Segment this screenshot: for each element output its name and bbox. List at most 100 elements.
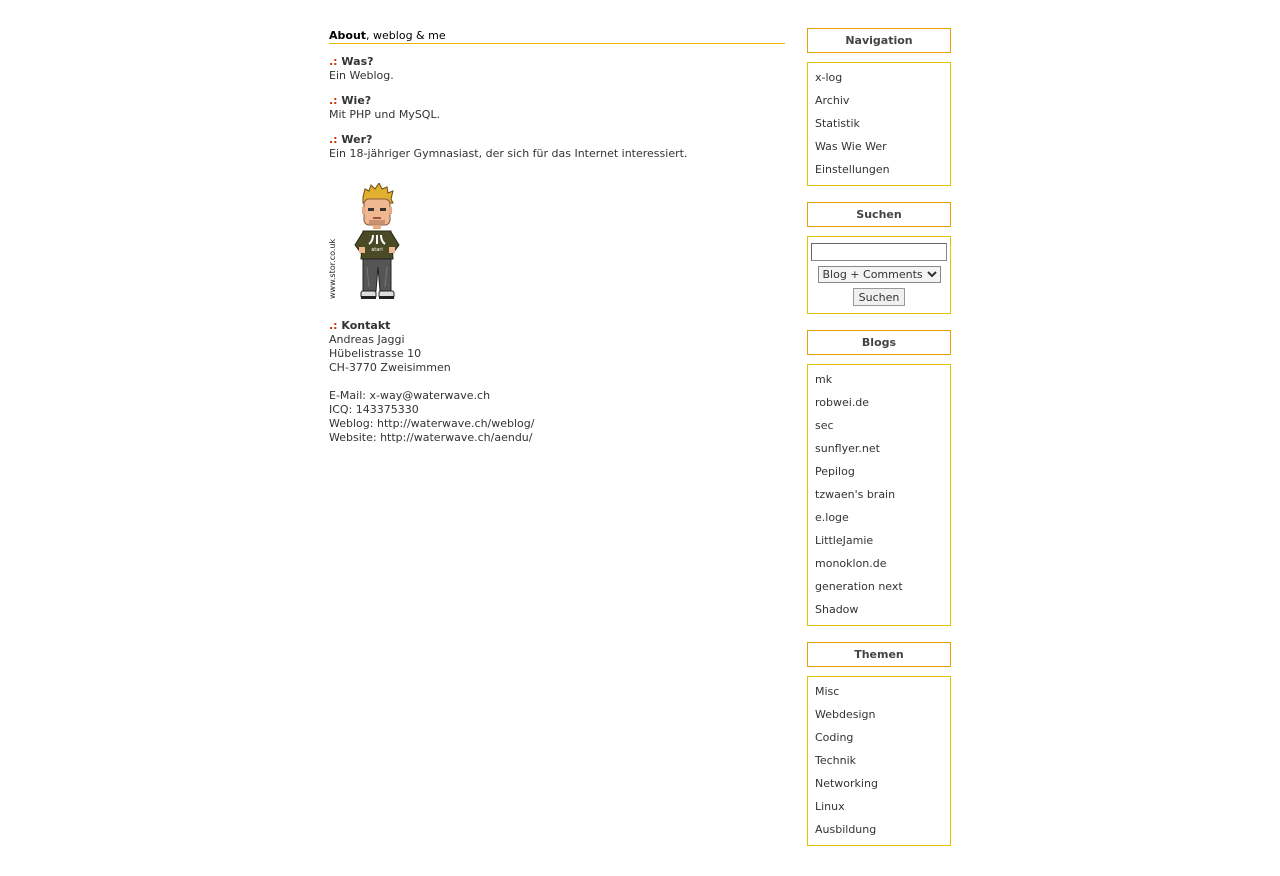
search-title: Suchen [807,202,951,227]
blog-link-label: monoklon.de [815,557,887,570]
email-link[interactable]: x-way@waterwave.ch [369,389,490,402]
weblog-link[interactable]: http://waterwave.ch/weblog/ [377,417,535,430]
heading-marker: .: [329,133,338,146]
search-form: Blog + Comments Suchen [807,236,951,314]
contact-email-line: E-Mail: x-way@waterwave.ch [329,389,785,403]
search-scope-select[interactable]: Blog + Comments [817,266,941,283]
contact-heading-text: Kontakt [341,319,391,332]
blog-link-label: Shadow [815,603,859,616]
blog-link[interactable]: sec [808,414,950,437]
blog-link[interactable]: e.loge [808,506,950,529]
blog-link[interactable]: LittleJamie [808,529,950,552]
nav-item-archiv[interactable]: Archiv [808,89,950,112]
topic-link-label: Misc [815,685,840,698]
blog-link-label: e.loge [815,511,849,524]
question-text: Was? [341,55,374,68]
search-input[interactable] [811,243,947,261]
topic-link-label: Webdesign [815,708,876,721]
contact-section: .: Kontakt Andreas Jaggi Hübelistrasse 1… [329,319,785,445]
themen-title: Themen [807,642,951,667]
icq-label: ICQ: [329,403,353,416]
nav-item-einstellungen[interactable]: Einstellungen [808,158,950,181]
blog-link[interactable]: robwei.de [808,391,950,414]
contact-website-line: Website: http://waterwave.ch/aendu/ [329,431,785,445]
page-title-rest: , weblog & me [366,29,446,42]
topic-link-label: Networking [815,777,878,790]
search-box: Suchen Blog + Comments Suchen [807,202,951,314]
blog-link-label: robwei.de [815,396,870,409]
topic-link-label: Technik [815,754,857,767]
themen-list: Misc Webdesign Coding Technik Networking… [807,676,951,846]
contact-weblog-line: Weblog: http://waterwave.ch/weblog/ [329,417,785,431]
answer-text: Ein Weblog. [329,69,394,82]
website-link[interactable]: http://waterwave.ch/aendu/ [380,431,532,444]
avatar-area: www.stor.co.uk atari [328,183,785,301]
blogs-box: Blogs mk robwei.de sec sunflyer.net Pepi… [807,330,951,626]
page-title: About, weblog & me [329,30,785,44]
heading-marker: .: [329,319,338,332]
nav-item-was-wie-wer[interactable]: Was Wie Wer [808,135,950,158]
avatar-shirt-text: atari [371,247,383,253]
nav-item-label: Was Wie Wer [815,140,887,153]
blog-link[interactable]: Pepilog [808,460,950,483]
answer-text: Mit PHP und MySQL. [329,108,441,121]
search-button[interactable]: Suchen [852,288,906,306]
email-label: E-Mail: [329,389,366,402]
blog-link[interactable]: generation next [808,575,950,598]
topic-link-label: Ausbildung [815,823,877,836]
question-heading: .: Was? [329,55,785,69]
blogs-title: Blogs [807,330,951,355]
blog-link[interactable]: sunflyer.net [808,437,950,460]
nav-item-label: Archiv [815,94,850,107]
contact-name: Andreas Jaggi [329,333,405,346]
qa-wer: .: Wer? Ein 18-jähriger Gymnasiast, der … [329,133,785,161]
nav-item-statistik[interactable]: Statistik [808,112,950,135]
navigation-list: x-log Archiv Statistik Was Wie Wer Einst… [807,62,951,186]
website-label: Website: [329,431,377,444]
contact-heading: .: Kontakt [329,319,785,333]
sidebar: Navigation x-log Archiv Statistik Was Wi… [807,28,951,862]
weblog-label: Weblog: [329,417,374,430]
icq-number: 143375330 [355,403,419,416]
blog-link-label: LittleJamie [815,534,874,547]
navigation-box: Navigation x-log Archiv Statistik Was Wi… [807,28,951,186]
avatar-credit: www.stor.co.uk [328,238,337,299]
heading-marker: .: [329,94,338,107]
qa-was: .: Was? Ein Weblog. [329,55,785,83]
nav-item-label: Einstellungen [815,163,890,176]
topic-link-label: Linux [815,800,845,813]
topic-link[interactable]: Technik [808,749,950,772]
nav-item-label: x-log [815,71,843,84]
topic-link[interactable]: Networking [808,772,950,795]
question-text: Wer? [341,133,373,146]
navigation-title: Navigation [807,28,951,53]
question-heading: .: Wer? [329,133,785,147]
qa-wie: .: Wie? Mit PHP und MySQL. [329,94,785,122]
contact-icq-line: ICQ: 143375330 [329,403,785,417]
answer-text: Ein 18-jähriger Gymnasiast, der sich für… [329,147,688,160]
nav-item-x-log[interactable]: x-log [808,66,950,89]
blog-link[interactable]: Shadow [808,598,950,621]
blog-link[interactable]: tzwaen's brain [808,483,950,506]
question-heading: .: Wie? [329,94,785,108]
blog-link-label: sec [815,419,834,432]
main-content: About, weblog & me .: Was? Ein Weblog. .… [328,30,785,445]
pixel-avatar-image: atari [354,183,400,299]
blog-link[interactable]: mk [808,368,950,391]
blog-link[interactable]: monoklon.de [808,552,950,575]
topic-link[interactable]: Coding [808,726,950,749]
question-text: Wie? [341,94,372,107]
page-title-bold: About [329,29,367,42]
nav-item-label: Statistik [815,117,860,130]
themen-box: Themen Misc Webdesign Coding Technik Net… [807,642,951,846]
topic-link[interactable]: Webdesign [808,703,950,726]
topic-link[interactable]: Ausbildung [808,818,950,841]
heading-marker: .: [329,55,338,68]
contact-street: Hübelistrasse 10 [329,347,422,360]
blog-link-label: tzwaen's brain [815,488,896,501]
topic-link[interactable]: Misc [808,680,950,703]
blog-link-label: generation next [815,580,903,593]
blog-link-label: sunflyer.net [815,442,880,455]
topic-link[interactable]: Linux [808,795,950,818]
